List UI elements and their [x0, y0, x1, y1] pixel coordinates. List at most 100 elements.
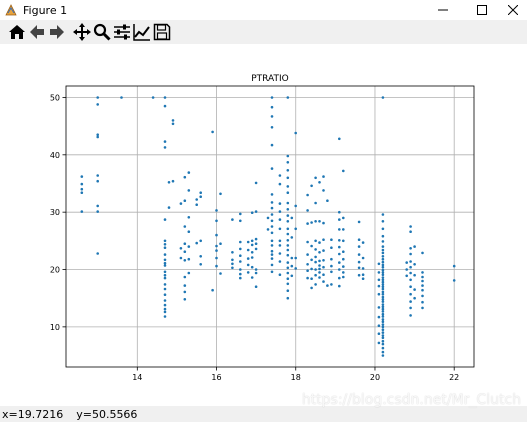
- data-point: [183, 242, 187, 245]
- data-point: [413, 263, 416, 266]
- figure-canvas[interactable]: 14 16 18 20 22 10 20 30 40 50 PTRATIO: [0, 44, 527, 406]
- data-point: [163, 243, 167, 246]
- data-point: [381, 263, 385, 267]
- data-point: [413, 288, 416, 291]
- data-point: [409, 314, 412, 317]
- data-point: [421, 275, 424, 279]
- data-point: [342, 228, 345, 231]
- data-point: [286, 208, 290, 211]
- data-point: [381, 354, 385, 357]
- data-point: [318, 271, 321, 274]
- data-point: [421, 300, 424, 304]
- data-point: [254, 237, 258, 241]
- data-point: [409, 271, 412, 275]
- forward-arrow-icon: [50, 25, 64, 39]
- configure-subplots-button[interactable]: [112, 22, 132, 42]
- data-point: [286, 261, 290, 264]
- data-point: [286, 232, 290, 236]
- data-point: [421, 284, 424, 287]
- data-point: [357, 273, 361, 277]
- data-point: [413, 245, 416, 248]
- data-point: [270, 96, 274, 99]
- data-point: [163, 307, 167, 311]
- data-point: [80, 175, 84, 178]
- data-point: [322, 238, 325, 241]
- data-point: [413, 273, 416, 277]
- data-point: [266, 228, 270, 231]
- data-point: [381, 257, 385, 261]
- data-point: [286, 227, 290, 231]
- data-point: [187, 216, 191, 219]
- data-point: [270, 253, 274, 256]
- data-point: [270, 270, 274, 274]
- data-point: [405, 274, 409, 278]
- data-point: [239, 254, 242, 257]
- data-point: [231, 251, 234, 254]
- data-point: [381, 298, 385, 301]
- x-tick-label: 20: [370, 373, 380, 382]
- data-point: [163, 261, 167, 265]
- edit-axes-button[interactable]: [132, 22, 152, 42]
- data-point: [381, 285, 385, 288]
- data-point: [357, 238, 361, 241]
- data-point: [250, 276, 254, 279]
- data-point: [409, 260, 412, 263]
- data-point: [239, 247, 242, 251]
- data-point: [286, 282, 290, 286]
- data-point: [270, 219, 274, 223]
- back-button[interactable]: [27, 22, 47, 42]
- data-point: [151, 96, 155, 99]
- data-point: [318, 220, 321, 223]
- save-button[interactable]: [152, 22, 172, 42]
- data-point: [330, 264, 333, 268]
- data-point: [187, 271, 191, 275]
- data-point: [357, 266, 361, 270]
- data-point: [270, 263, 274, 267]
- data-point: [254, 285, 258, 288]
- data-point: [195, 203, 198, 206]
- data-point: [338, 245, 341, 249]
- data-point: [286, 220, 290, 223]
- data-point: [294, 227, 298, 231]
- sliders-icon: [114, 24, 130, 40]
- back-arrow-icon: [30, 25, 44, 39]
- data-point: [381, 336, 385, 340]
- data-point: [342, 169, 345, 173]
- zoom-button[interactable]: [92, 22, 112, 42]
- scatter-chart: 14 16 18 20 22 10 20 30 40 50 PTRATIO: [50, 74, 475, 382]
- data-point: [254, 210, 258, 213]
- close-button[interactable]: [493, 0, 527, 20]
- data-point: [195, 198, 198, 201]
- data-point: [215, 219, 218, 223]
- home-button[interactable]: [7, 22, 27, 42]
- data-point: [381, 346, 385, 350]
- data-point: [195, 241, 198, 245]
- data-point: [270, 239, 274, 243]
- forward-button[interactable]: [47, 22, 67, 42]
- data-point: [239, 272, 242, 276]
- data-point: [421, 271, 424, 274]
- data-point: [405, 268, 409, 271]
- data-point: [342, 271, 345, 274]
- axis-ticks: 14 16 18 20 22 10 20 30 40 50: [50, 93, 459, 382]
- data-point: [381, 278, 385, 282]
- data-point: [381, 245, 385, 248]
- data-point: [342, 257, 345, 261]
- data-point: [338, 252, 341, 256]
- data-point: [183, 175, 187, 179]
- data-point: [381, 234, 385, 238]
- data-point: [381, 213, 385, 216]
- data-point: [270, 231, 274, 235]
- data-point: [286, 289, 290, 292]
- pan-button[interactable]: [72, 22, 92, 42]
- data-point: [215, 233, 218, 237]
- data-point: [338, 268, 341, 271]
- minimize-button[interactable]: [423, 0, 463, 20]
- data-point: [179, 247, 183, 250]
- data-point: [171, 122, 175, 126]
- data-point: [381, 318, 385, 321]
- grid-lines: [66, 86, 474, 367]
- data-point: [270, 193, 274, 196]
- data-point: [314, 239, 317, 243]
- data-point: [96, 174, 99, 177]
